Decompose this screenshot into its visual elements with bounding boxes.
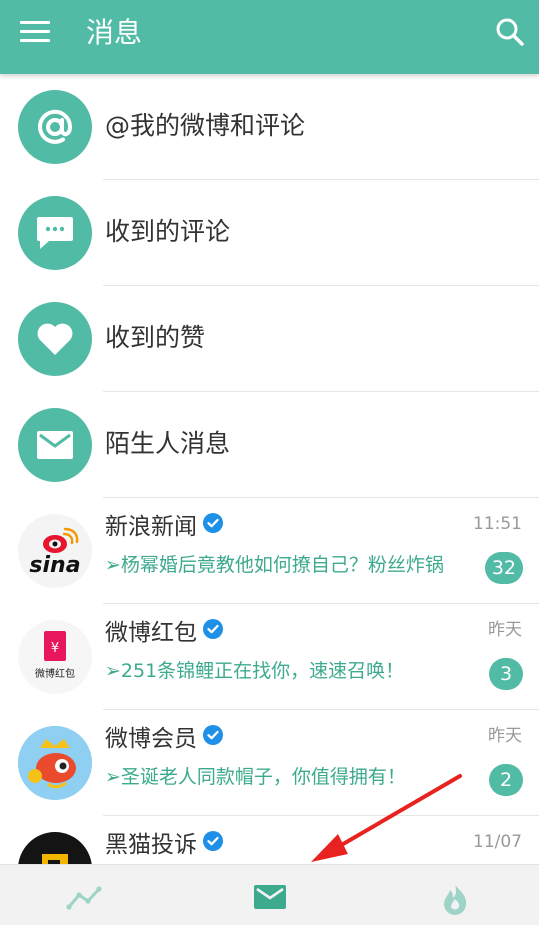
category-label: 收到的评论 — [105, 217, 231, 246]
sender-name: 黑猫投诉 — [105, 832, 197, 858]
unread-count-badge: 2 — [489, 764, 523, 796]
sender-name: 新浪新闻 — [105, 514, 197, 540]
comment-bubble-icon — [18, 196, 92, 270]
verified-badge-icon — [203, 722, 223, 745]
sender-name: 微博会员 — [105, 726, 197, 752]
verified-badge-icon — [203, 828, 223, 851]
category-label: 收到的赞 — [105, 323, 206, 352]
search-icon[interactable] — [494, 16, 526, 48]
category-label: @我的微博和评论 — [105, 111, 306, 140]
red-envelope-logo: ¥ 微博红包 — [18, 620, 92, 694]
unread-count-badge: 3 — [489, 658, 523, 690]
conversation-title: 微博红包 — [105, 616, 223, 649]
bottom-navigation — [0, 864, 539, 925]
message-preview: ➢杨幂婚后竟教他如何撩自己？粉丝炸锅 — [105, 554, 444, 576]
message-preview: ➢251条锦鲤正在找你，速速召唤！ — [105, 660, 405, 682]
flame-icon[interactable] — [440, 883, 480, 915]
message-time: 11:51 — [473, 514, 522, 534]
black-cat-logo — [18, 832, 92, 864]
category-label: 陌生人消息 — [105, 429, 231, 458]
category-stranger-messages[interactable]: 陌生人消息 — [0, 392, 539, 498]
conversation-weibo-hongbao[interactable]: ¥ 微博红包 微博红包 昨天 ➢251条锦鲤正在找你，速速召唤！ 3 — [0, 604, 539, 710]
svg-text:¥: ¥ — [51, 641, 59, 656]
message-preview: ➢圣诞老人同款帽子，你值得拥有！ — [105, 766, 406, 788]
message-time: 昨天 — [488, 726, 522, 746]
at-icon — [18, 90, 92, 164]
svg-text:sina: sina — [29, 553, 80, 578]
message-time: 昨天 — [488, 620, 522, 640]
sender-name: 微博红包 — [105, 620, 197, 646]
message-list: @我的微博和评论 收到的评论 收到的赞 陌生人消息 sina 新浪新闻 11:5… — [0, 74, 539, 864]
trend-line-icon[interactable] — [66, 883, 106, 913]
conversation-heimao-tousu[interactable]: 黑猫投诉 11/07 — [0, 816, 539, 864]
heart-icon — [18, 302, 92, 376]
verified-badge-icon — [203, 510, 223, 533]
category-likes[interactable]: 收到的赞 — [0, 286, 539, 392]
conversation-title: 微博会员 — [105, 722, 223, 755]
unread-count-badge: 32 — [484, 552, 523, 584]
verified-badge-icon — [203, 616, 223, 639]
conversation-title: 新浪新闻 — [105, 510, 223, 543]
envelope-icon[interactable] — [253, 883, 293, 913]
category-mentions[interactable]: @我的微博和评论 — [0, 74, 539, 180]
message-time: 11/07 — [473, 832, 522, 852]
avatar-caption: 微博红包 — [35, 669, 75, 680]
sina-logo: sina — [18, 514, 92, 588]
page-title: 消息 — [86, 16, 143, 49]
conversation-sina-news[interactable]: sina 新浪新闻 11:51 ➢杨幂婚后竟教他如何撩自己？粉丝炸锅 32 — [0, 498, 539, 604]
envelope-icon — [18, 408, 92, 482]
conversation-weibo-vip[interactable]: 微博会员 昨天 ➢圣诞老人同款帽子，你值得拥有！ 2 — [0, 710, 539, 816]
menu-icon[interactable] — [20, 20, 52, 44]
category-comments[interactable]: 收到的评论 — [0, 180, 539, 286]
vip-fish-logo — [18, 726, 92, 800]
conversation-title: 黑猫投诉 — [105, 828, 223, 861]
top-app-bar: 消息 — [0, 0, 539, 74]
